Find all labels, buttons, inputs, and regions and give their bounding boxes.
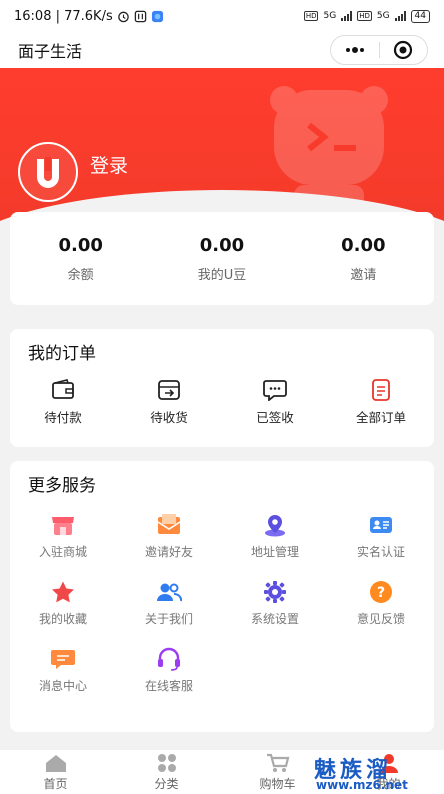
- home-icon: [45, 754, 66, 772]
- network-1-label: 5G: [323, 11, 337, 21]
- balance-label: 余额: [67, 267, 94, 283]
- status-left: 16:08 | 77.6K/s: [14, 9, 164, 24]
- service-address-management[interactable]: 地址管理: [222, 513, 328, 560]
- service-online-support[interactable]: 在线客服: [116, 647, 222, 694]
- service-invite-friends[interactable]: 邀请好友: [116, 513, 222, 560]
- service-about-us[interactable]: 关于我们: [116, 580, 222, 627]
- invite-item[interactable]: 0.00 邀请: [293, 212, 434, 305]
- invite-value: 0.00: [341, 234, 386, 256]
- tab-cart-label: 购物车: [259, 776, 296, 791]
- status-right: HD 5G HD 5G 44: [303, 9, 430, 23]
- order-pending-receipt[interactable]: 待收货: [116, 379, 222, 426]
- hd-badge-2: HD: [357, 11, 372, 21]
- order-signed[interactable]: 已签收: [222, 379, 328, 426]
- order-signed-label: 已签收: [256, 410, 294, 425]
- service-about-us-label: 关于我们: [144, 612, 193, 626]
- close-miniprogram-button[interactable]: [380, 36, 428, 64]
- orders-title: 我的订单: [28, 344, 96, 364]
- order-pending-payment-label: 待付款: [44, 410, 82, 425]
- signal-2-icon: [394, 11, 406, 21]
- service-invite-friends-label: 邀请好友: [144, 545, 193, 559]
- service-online-support-label: 在线客服: [144, 679, 193, 693]
- brand-u-logo-icon: [37, 157, 59, 188]
- battery-level: 44: [414, 10, 426, 21]
- nfc-icon: [134, 10, 146, 22]
- balance-card: 0.00 余额 0.00 我的U豆 0.00 邀请: [10, 212, 434, 305]
- tab-category[interactable]: 分类: [111, 750, 222, 794]
- question-icon: ?: [370, 581, 392, 603]
- orders-card: 我的订单 待付款 待收货 已签收 全部订单: [10, 329, 434, 447]
- status-time-speed: 16:08 | 77.6K/s: [14, 8, 113, 24]
- service-my-favorites-label: 我的收藏: [38, 612, 87, 626]
- service-system-settings[interactable]: 系统设置: [222, 580, 328, 627]
- service-feedback-label: 意见反馈: [356, 612, 405, 626]
- service-join-mall-label: 入驻商城: [38, 545, 87, 559]
- invite-label: 邀请: [350, 267, 377, 283]
- grid-icon: [157, 753, 176, 772]
- services-card: 更多服务 入驻商城 邀请好友 地址管理 实名认证 我的收藏 关于我们 系统设置: [10, 461, 434, 732]
- alarm-icon: [117, 11, 129, 22]
- more-dots-icon: [345, 47, 364, 53]
- cart-icon: [266, 753, 289, 772]
- id-card-icon: [370, 517, 392, 533]
- order-pending-receipt-label: 待收货: [150, 410, 188, 425]
- tab-home-label: 首页: [43, 776, 68, 791]
- service-real-name-auth-label: 实名认证: [356, 545, 405, 559]
- users-icon: [157, 583, 182, 602]
- service-system-settings-label: 系统设置: [250, 612, 299, 626]
- site-watermark: 魅族溜 www.mz6.net: [310, 752, 438, 792]
- chat-dots-icon: [263, 380, 287, 401]
- app-title: 面子生活: [18, 42, 83, 61]
- message-icon: [51, 650, 75, 669]
- title-bar: 面子生活: [0, 32, 444, 68]
- storefront-icon: [52, 517, 74, 535]
- miniprogram-capsule: [330, 35, 428, 65]
- order-all-label: 全部订单: [355, 410, 406, 425]
- services-grid: 入驻商城 邀请好友 地址管理 实名认证 我的收藏 关于我们 系统设置 ? 意见反: [10, 513, 434, 694]
- star-icon: [52, 581, 74, 603]
- user-avatar-logo[interactable]: [18, 142, 78, 202]
- tab-category-label: 分类: [154, 776, 179, 791]
- more-menu-button[interactable]: [331, 36, 379, 64]
- battery-icon: 44: [410, 9, 430, 23]
- service-join-mall[interactable]: 入驻商城: [10, 513, 116, 560]
- service-my-favorites[interactable]: 我的收藏: [10, 580, 116, 627]
- balance-value: 0.00: [58, 234, 103, 256]
- document-list-icon: [372, 379, 390, 401]
- app-notification-icon: [151, 10, 163, 22]
- service-feedback[interactable]: ? 意见反馈: [328, 580, 434, 627]
- wallet-icon: [52, 379, 74, 399]
- robot-mascot-icon: [270, 86, 388, 210]
- status-bar: 16:08 | 77.6K/s HD 5G HD 5G 44: [0, 0, 444, 32]
- balance-item[interactable]: 0.00 余额: [10, 212, 151, 305]
- order-pending-payment[interactable]: 待付款: [10, 379, 116, 426]
- services-title: 更多服务: [28, 476, 96, 496]
- service-message-center[interactable]: 消息中心: [10, 647, 116, 694]
- watermark-url-text: www.mz6.net: [316, 778, 408, 792]
- envelope-icon: [157, 514, 181, 534]
- target-close-icon: [394, 40, 413, 60]
- network-2-label: 5G: [376, 11, 390, 21]
- service-real-name-auth[interactable]: 实名认证: [328, 513, 434, 560]
- tab-home[interactable]: 首页: [0, 750, 111, 794]
- headset-icon: [158, 647, 180, 671]
- hd-badge-1: HD: [303, 11, 319, 21]
- service-message-center-label: 消息中心: [38, 679, 87, 693]
- order-all[interactable]: 全部订单: [328, 379, 434, 426]
- u-beans-label: 我的U豆: [197, 267, 247, 283]
- service-address-management-label: 地址管理: [250, 545, 299, 559]
- gear-icon: [264, 581, 286, 603]
- u-beans-value: 0.00: [199, 234, 245, 256]
- order-status-row: 待付款 待收货 已签收 全部订单: [10, 379, 434, 426]
- location-pin-icon: [265, 515, 285, 537]
- receive-box-icon: [158, 380, 180, 400]
- svg-text:?: ?: [377, 585, 385, 601]
- login-link[interactable]: 登录: [90, 151, 128, 178]
- signal-1-icon: [341, 11, 353, 21]
- u-beans-item[interactable]: 0.00 我的U豆: [151, 212, 292, 305]
